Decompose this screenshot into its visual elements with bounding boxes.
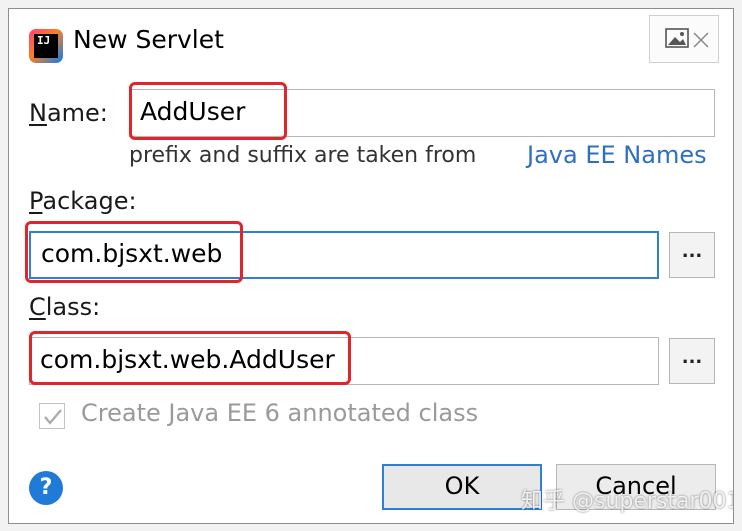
intellij-app-icon: IJ bbox=[29, 29, 63, 63]
dialog-title: New Servlet bbox=[73, 25, 224, 54]
window-snapshot-button[interactable] bbox=[649, 15, 719, 63]
annotated-class-checkbox[interactable] bbox=[39, 403, 65, 429]
checkmark-icon bbox=[44, 409, 62, 425]
app-icon-text: IJ bbox=[34, 34, 58, 58]
help-icon[interactable]: ? bbox=[29, 471, 63, 505]
name-label-mnemonic: N bbox=[29, 99, 47, 127]
class-label-rest: lass: bbox=[45, 293, 101, 321]
java-ee-names-link[interactable]: Java EE Names bbox=[527, 141, 707, 169]
package-input[interactable]: com.bjsxt.web bbox=[29, 231, 659, 279]
watermark: 知乎 @superstar001 bbox=[521, 489, 734, 514]
class-input[interactable]: com.bjsxt.web.AddUser bbox=[29, 337, 659, 385]
name-input[interactable]: AddUser bbox=[129, 89, 715, 137]
class-label: Class: bbox=[29, 293, 100, 321]
name-label: Name: bbox=[29, 99, 108, 127]
annotated-class-label: Create Java EE 6 annotated class bbox=[81, 399, 479, 427]
class-label-mnemonic: C bbox=[29, 293, 46, 321]
name-label-rest: ame: bbox=[46, 99, 108, 127]
class-browse-button[interactable]: ... bbox=[669, 338, 715, 384]
package-browse-button[interactable]: ... bbox=[669, 232, 715, 278]
package-label: Package: bbox=[29, 187, 137, 215]
package-label-rest: ackage: bbox=[42, 187, 137, 215]
name-hint-text: prefix and suffix are taken from bbox=[129, 143, 477, 168]
title-bar: IJ New Servlet bbox=[9, 9, 733, 77]
new-servlet-dialog: IJ New Servlet Name: AddUser prefix and … bbox=[8, 8, 734, 524]
ok-button[interactable]: OK bbox=[382, 464, 542, 510]
close-icon[interactable] bbox=[650, 16, 720, 64]
package-label-mnemonic: P bbox=[29, 187, 43, 215]
